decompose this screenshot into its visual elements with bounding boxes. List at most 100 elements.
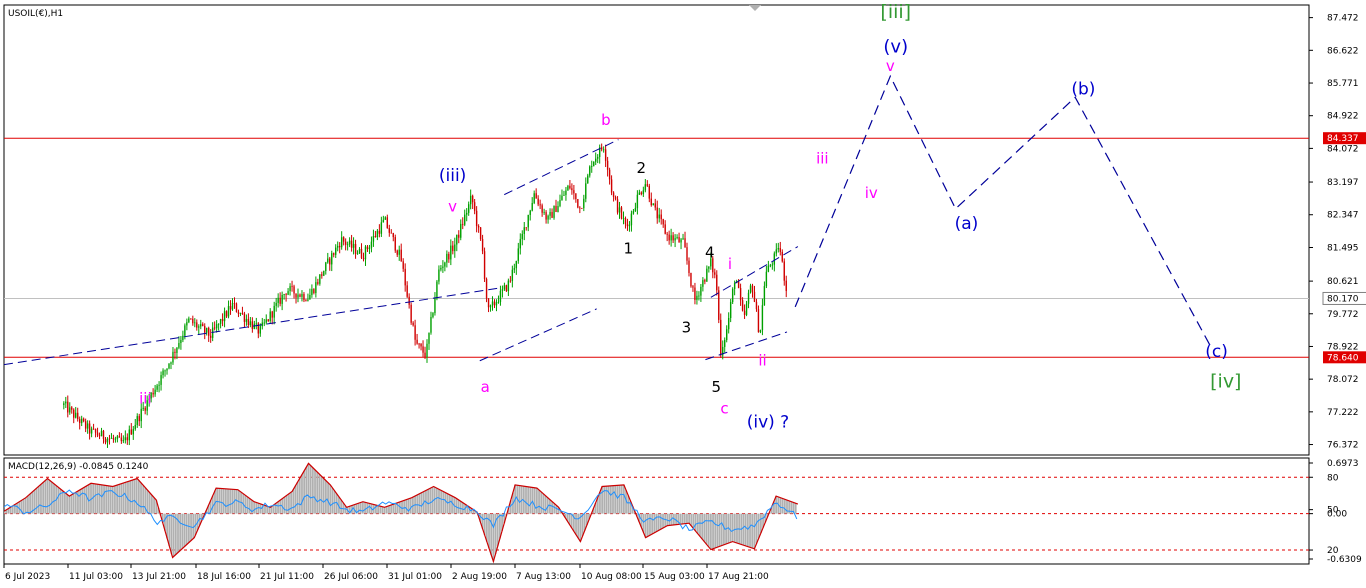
macd-histogram-bar xyxy=(266,506,269,514)
macd-histogram-bar xyxy=(135,478,138,514)
candle-body xyxy=(241,313,244,314)
candle-body xyxy=(652,203,654,206)
macd-histogram-bar xyxy=(181,513,184,549)
macd-histogram-bar xyxy=(490,513,493,555)
macd-histogram-bar xyxy=(379,506,382,514)
candle-body xyxy=(311,289,313,295)
candle-body xyxy=(481,239,484,252)
candle-body xyxy=(279,297,281,304)
wave-label: (b) xyxy=(1071,80,1095,100)
price-tick-label: 84.922 xyxy=(1327,112,1359,122)
candle-body xyxy=(313,289,315,294)
candle-body xyxy=(352,243,355,248)
candle-body xyxy=(446,253,448,263)
price-tick-label: 82.347 xyxy=(1327,211,1359,221)
candle-body xyxy=(654,203,656,208)
candle-body xyxy=(589,166,591,176)
candle-body xyxy=(323,271,325,276)
candle-body xyxy=(686,247,688,261)
candle-body xyxy=(585,183,587,199)
macd-histogram-bar xyxy=(655,513,658,532)
candle-body xyxy=(202,324,204,327)
candle-body xyxy=(487,298,490,308)
macd-histogram-bar xyxy=(268,506,271,514)
candle-body xyxy=(142,407,144,409)
candle-body xyxy=(694,287,696,300)
candle-body xyxy=(473,202,476,211)
macd-histogram-bar xyxy=(220,488,223,514)
macd-histogram-bar xyxy=(405,499,408,514)
time-tick-label: 26 Jul 06:00 xyxy=(324,572,378,582)
candle-body xyxy=(761,305,764,331)
price-panel: [iii](v)v(b)biii2(iii)ivv(a)1 4i3(c)iia [i… xyxy=(3,1,1366,456)
candle-body xyxy=(94,429,97,433)
macd-histogram-bar xyxy=(98,484,101,514)
candle-body xyxy=(442,266,444,268)
candle-body xyxy=(136,416,138,425)
macd-histogram-bar xyxy=(301,474,303,514)
macd-histogram-bar xyxy=(185,513,188,545)
candle-body xyxy=(67,401,69,413)
macd-histogram-bar xyxy=(538,490,540,514)
candle-body xyxy=(321,274,323,276)
candle-body xyxy=(477,225,480,228)
wave-label: (a) xyxy=(955,214,979,234)
macd-histogram-bar xyxy=(44,480,47,514)
candle-body xyxy=(714,272,716,275)
candle-body xyxy=(638,192,641,195)
macd-histogram-bar xyxy=(53,483,55,514)
time-tick-label: 2 Aug 19:00 xyxy=(452,572,507,582)
macd-histogram-bar xyxy=(686,513,688,524)
macd-histogram-bar xyxy=(757,513,760,539)
time-tick-label: 31 Jul 01:00 xyxy=(388,572,442,582)
candle-body xyxy=(543,212,545,213)
candle-body xyxy=(358,248,361,254)
macd-histogram-bar xyxy=(57,487,60,514)
candle-body xyxy=(354,243,357,254)
candle-body xyxy=(483,251,486,279)
candle-body xyxy=(166,368,168,371)
macd-histogram-bar xyxy=(235,489,238,514)
candle-body xyxy=(708,266,710,269)
macd-histogram-bar xyxy=(364,502,366,514)
candle-body xyxy=(259,326,261,334)
candle-body xyxy=(194,322,196,324)
candle-body xyxy=(90,428,93,434)
candle-body xyxy=(65,401,67,404)
chart-canvas: [iii](v)v(b)biii2(iii)ivv(a)1 4i3(c)iia [i… xyxy=(3,1,1366,582)
macd-histogram-bar xyxy=(662,513,664,529)
candle-body xyxy=(327,258,329,263)
candle-body xyxy=(464,214,466,225)
macd-histogram-bar xyxy=(786,500,788,514)
candle-body xyxy=(386,217,389,229)
macd-histogram-bar xyxy=(755,513,758,544)
macd-histogram-bar xyxy=(388,505,390,514)
macd-histogram-bar xyxy=(664,513,667,527)
candle-body xyxy=(71,407,73,410)
candle-body xyxy=(460,223,462,238)
macd-histogram-bar xyxy=(118,484,121,514)
candle-body xyxy=(517,248,520,261)
macd-histogram-bar xyxy=(168,513,171,547)
candle-body xyxy=(622,218,625,219)
candle-body xyxy=(591,166,593,168)
candle-body xyxy=(82,418,85,422)
time-axis: 6 Jul 2023 11 Jul 03:00 13 Jul 21:00 18 Jul… xyxy=(3,564,769,582)
wave-label: v xyxy=(886,57,895,75)
candle-body xyxy=(410,304,412,323)
candle-body xyxy=(682,238,684,240)
candle-body xyxy=(63,403,65,405)
candle-body xyxy=(336,245,339,248)
macd-histogram-bar xyxy=(183,513,186,547)
macd-histogram-bar xyxy=(607,486,610,514)
price-tick-label: 81.495 xyxy=(1327,244,1359,254)
macd-histogram-bar xyxy=(314,469,316,514)
candle-body xyxy=(251,321,254,329)
candle-body xyxy=(233,303,236,304)
macd-histogram-bar xyxy=(264,505,266,514)
wave-label: ii xyxy=(758,351,766,369)
wave-label: iii xyxy=(816,149,829,167)
price-axis: 87.472 86.622 85.771 84.922 84.072 83.197 82.3… xyxy=(1309,14,1359,451)
candle-body xyxy=(102,430,105,440)
candle-body xyxy=(335,247,337,255)
